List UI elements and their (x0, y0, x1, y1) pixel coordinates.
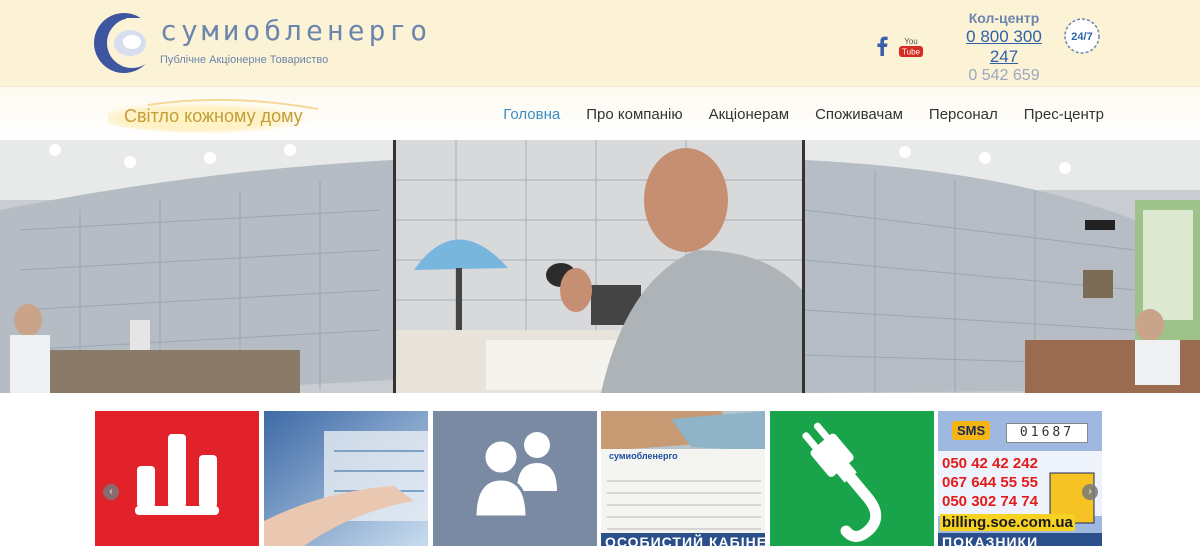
hero-banner (0, 140, 1200, 393)
tile-caption-readings: ПОКАЗНИКИ (942, 534, 1039, 546)
dispatcher-photo (396, 140, 802, 393)
tile-statistics[interactable] (95, 411, 259, 546)
bill-brand: сумиобленерго (609, 451, 678, 461)
service-tiles-carousel: сумиобленерго ОСОБИСТИЙ КАБІНЕТ SMS 0168… (95, 411, 1105, 546)
sms-number-3: 050 302 74 74 (942, 493, 1038, 510)
phone-primary-link[interactable]: 0 800 300 247 (954, 27, 1054, 67)
clock-247-icon: 24/7 (1064, 18, 1100, 54)
svg-text:You: You (904, 37, 918, 46)
nav-item-about[interactable]: Про компанію (586, 106, 682, 123)
youtube-icon[interactable]: You Tube (898, 36, 924, 58)
tile-connection[interactable] (770, 411, 934, 546)
bar-chart-icon (135, 434, 219, 515)
sms-badge: SMS (952, 421, 991, 440)
control-room-left-photo (0, 140, 393, 393)
main-menu: Головна Про компанію Акціонерам Споживач… (477, 106, 1104, 123)
nav-item-shareholders[interactable]: Акціонерам (709, 106, 789, 123)
tile-customers[interactable] (433, 411, 597, 546)
bill-photo (601, 411, 765, 546)
plug-icon (802, 422, 882, 542)
tile-hand-switch[interactable] (264, 411, 428, 546)
sms-number-1: 050 42 42 242 (942, 455, 1038, 472)
control-room-right-photo (805, 140, 1200, 393)
nav-item-home[interactable]: Головна (503, 106, 560, 123)
brand-name[interactable]: сумиобленерго (160, 14, 431, 47)
tile-caption-cabinet: ОСОБИСТИЙ КАБІНЕТ (605, 534, 765, 546)
slogan-text: Світло кожному дому (124, 106, 303, 126)
nav-item-consumers[interactable]: Споживачам (815, 106, 903, 123)
users-icon (473, 432, 557, 519)
top-header-bar: сумиобленерго Публічне Акціонерне Товари… (0, 0, 1200, 102)
nav-item-press[interactable]: Прес-центр (1024, 106, 1104, 123)
logo-mark-icon[interactable] (92, 10, 160, 76)
callcenter-title: Кол-центр (968, 10, 1040, 26)
main-navigation-bar: Світло кожному дому Головна Про компанію… (0, 86, 1200, 141)
nav-item-staff[interactable]: Персонал (929, 106, 998, 123)
brand-subtitle: Публічне Акціонерне Товариство (160, 54, 329, 66)
meter-counter: 01687 (1006, 423, 1088, 443)
tile-personal-cabinet[interactable]: сумиобленерго ОСОБИСТИЙ КАБІНЕТ (601, 411, 765, 546)
facebook-icon[interactable] (874, 36, 890, 56)
sms-number-2: 067 644 55 55 (942, 474, 1038, 491)
svg-text:Tube: Tube (902, 48, 920, 57)
carousel-next-button[interactable]: › (1082, 484, 1098, 500)
billing-link[interactable]: billing.soe.com.ua (940, 514, 1075, 531)
badge-247-label: 24/7 (1071, 31, 1092, 43)
hand-switch-photo (264, 411, 428, 546)
carousel-prev-button[interactable]: ‹ (103, 484, 119, 500)
tile-meter-readings[interactable]: SMS 01687 050 42 42 242 067 644 55 55 05… (938, 411, 1102, 546)
